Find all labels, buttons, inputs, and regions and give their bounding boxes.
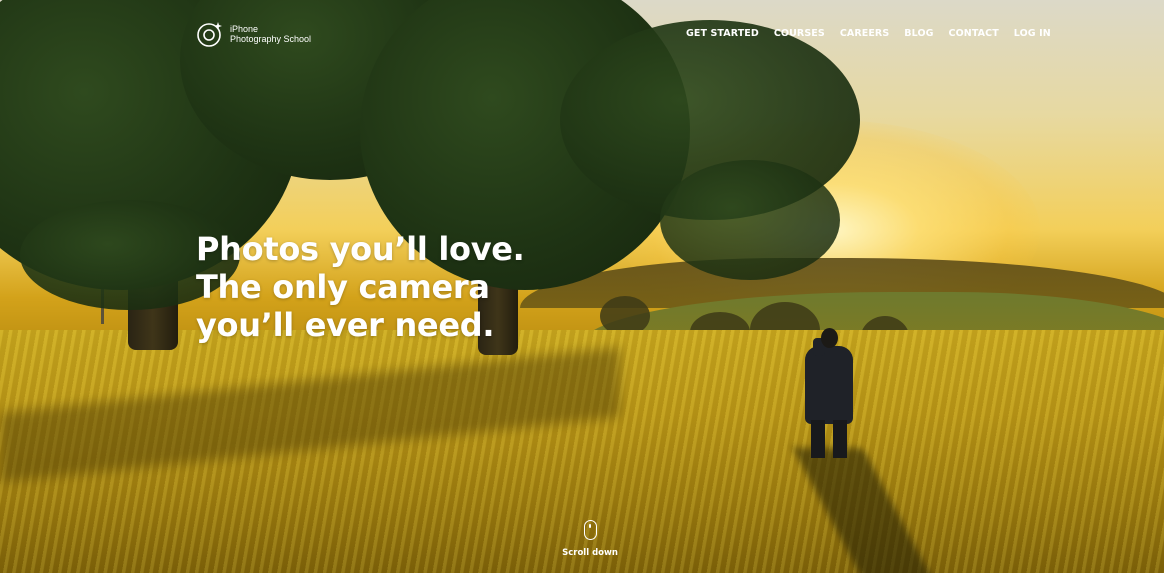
brand-name-line1: iPhone [230,24,259,34]
nav-log-in[interactable]: LOG IN [1014,28,1051,39]
brand-name-line2: Photography School [230,34,312,44]
headline-line-2: The only camera [196,268,490,306]
scroll-down-button[interactable]: Scroll down [560,520,620,558]
tree-canopy [660,160,840,280]
nav-courses[interactable]: COURSES [774,28,825,39]
nav-contact[interactable]: CONTACT [949,28,999,39]
photographer-figure [803,328,855,458]
hero-headline: Photos you’ll love. The only camera you’… [196,230,616,344]
headline-line-3: you’ll ever need. [196,306,495,344]
nav-get-started[interactable]: GET STARTED [686,28,759,39]
brand-name: iPhone Photography School [230,24,311,44]
scroll-down-label: Scroll down [562,548,618,558]
main-navigation: GET STARTED COURSES CAREERS BLOG CONTACT… [686,28,1066,39]
nav-blog[interactable]: BLOG [904,28,933,39]
brand-logo[interactable]: iPhone Photography School [196,20,311,48]
mouse-scroll-icon [583,520,597,540]
camera-lens-sparkle-icon [196,20,224,48]
headline-line-1: Photos you’ll love. [196,230,525,268]
nav-careers[interactable]: CAREERS [840,28,889,39]
